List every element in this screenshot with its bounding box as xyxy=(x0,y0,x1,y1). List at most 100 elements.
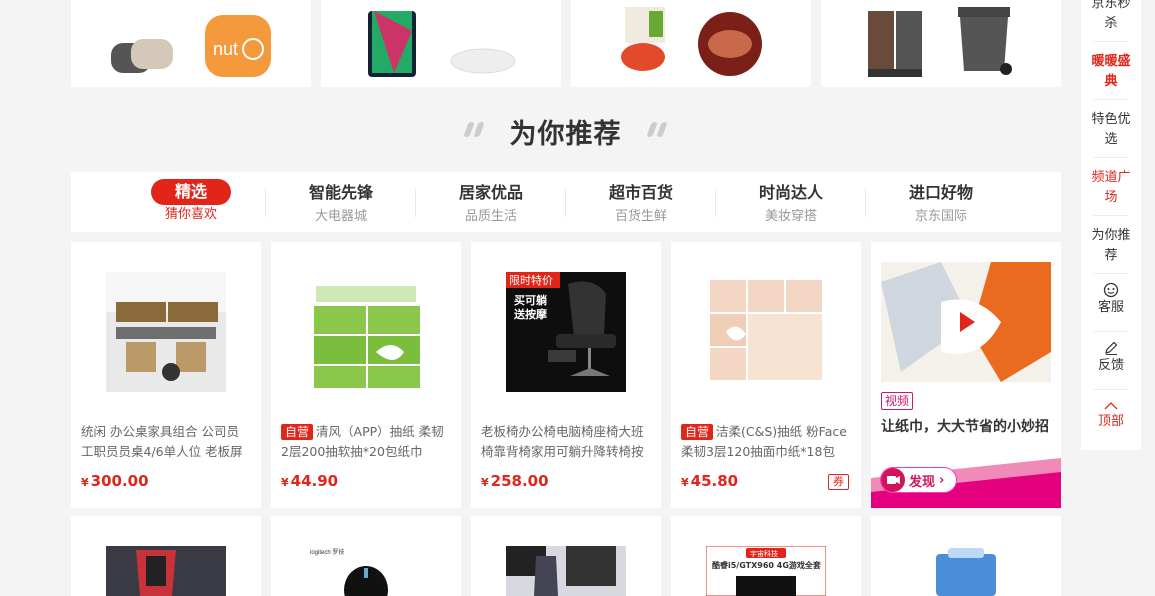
discover-button[interactable]: 发现 › xyxy=(881,468,957,492)
tab-supermarket[interactable]: 超市百货 百货生鲜 xyxy=(566,172,716,232)
sidebar-item-recommend[interactable]: 为你推荐 xyxy=(1089,226,1133,266)
chat-icon xyxy=(1103,282,1119,298)
sidebar-item-back-to-top[interactable]: 顶部 xyxy=(1089,400,1133,432)
coupon-badge[interactable]: 券 xyxy=(828,474,849,490)
pc-spec-label: 酷睿i5/GTX960 4G游戏全套 xyxy=(712,560,822,570)
price-value: 300.00 xyxy=(90,472,149,490)
product-name[interactable]: 统闲 办公桌家具组合 公司员工职员员桌4/6单人位 老板屏风工... xyxy=(81,422,251,462)
nut-tracker-image: nut xyxy=(205,15,271,77)
tissue-pack-image xyxy=(306,272,426,392)
tab-subtitle: 京东国际 xyxy=(914,209,967,224)
promo-line: 买可躺 xyxy=(514,293,547,307)
tab-smart[interactable]: 智能先锋 大电器城 xyxy=(266,172,416,232)
top-card-gadgets[interactable]: nut xyxy=(71,0,311,87)
tab-title: 精选 xyxy=(151,179,231,205)
video-thumbnail xyxy=(881,262,1051,382)
product-card-gaming-pc[interactable]: 宇宙科技 酷睿i5/GTX960 4G游戏全套 xyxy=(671,516,861,596)
sidebar-label: 顶部 xyxy=(1097,414,1124,429)
product-card-wipes[interactable] xyxy=(871,516,1061,596)
gaming-chair-image xyxy=(106,546,226,596)
video-card[interactable]: 视频 让纸巾，大大节省的小妙招 发现 › xyxy=(871,242,1061,508)
self-operated-badge: 自营 xyxy=(281,424,314,440)
promo-label: 限时特价 xyxy=(509,273,553,287)
mouse-image: logitech 罗技 xyxy=(306,546,426,596)
product-card-mouse[interactable]: logitech 罗技 xyxy=(271,516,461,596)
self-operated-badge: 自营 xyxy=(681,424,714,440)
sidebar-item-channel-square[interactable]: 频道广场 xyxy=(1089,168,1133,208)
title-decoration-right xyxy=(646,122,668,137)
pencil-icon xyxy=(1105,341,1118,355)
tab-title: 智能先锋 xyxy=(308,183,373,202)
right-sidebar: 京东秒杀 暖暖盛典 特色优选 频道广场 为你推荐 客服 反馈 顶部 xyxy=(1081,0,1141,450)
tab-subtitle: 大电器城 xyxy=(314,209,367,224)
snack-image xyxy=(621,7,665,71)
product-card[interactable]: 统闲 办公桌家具组合 公司员工职员员桌4/6单人位 老板屏风工... ¥300.… xyxy=(71,242,261,508)
product-card-gaming-chair[interactable] xyxy=(71,516,261,596)
sidebar-item-feedback[interactable]: 反馈 xyxy=(1089,340,1133,376)
top-card-phones[interactable] xyxy=(321,0,561,87)
chevron-up-icon xyxy=(1104,402,1118,410)
wipes-image xyxy=(906,546,1026,596)
tab-title: 时尚达人 xyxy=(758,183,823,202)
discover-label: 发现 xyxy=(909,474,936,490)
tab-subtitle: 品质生活 xyxy=(464,209,517,224)
product-card[interactable]: 自营清风（APP）抽纸 柔韧2层200抽软抽*20包纸巾（新... ¥44.90 xyxy=(271,242,461,508)
price-value: 45.80 xyxy=(690,472,739,490)
sidebar-divider xyxy=(1093,215,1129,216)
sidebar-label: 反馈 xyxy=(1097,358,1124,373)
currency-symbol: ¥ xyxy=(681,476,689,489)
tab-title: 进口好物 xyxy=(908,183,973,202)
recommend-tabs: 精选 猜你喜欢 智能先锋 大电器城 居家优品 品质生活 超市百货 百货生鲜 时尚… xyxy=(71,172,1061,232)
product-price: ¥45.80 xyxy=(681,472,738,490)
sidebar-item-warm-festival[interactable]: 暖暖盛典 xyxy=(1089,52,1133,92)
sidebar-divider xyxy=(1093,273,1129,274)
sidebar-item-featured[interactable]: 特色优选 xyxy=(1089,110,1133,150)
product-name[interactable]: 自营清风（APP）抽纸 柔韧2层200抽软抽*20包纸巾（新... xyxy=(281,422,451,462)
top-product-strip: nut xyxy=(71,0,1061,87)
tab-featured[interactable]: 精选 猜你喜欢 xyxy=(116,172,266,232)
sidebar-divider xyxy=(1093,157,1129,158)
video-title[interactable]: 让纸巾，大大节省的小妙招 xyxy=(881,416,1049,436)
sidebar-divider xyxy=(1093,331,1129,332)
tab-home[interactable]: 居家优品 品质生活 xyxy=(416,172,566,232)
product-name[interactable]: 老板椅办公椅电脑椅座椅大班椅靠背椅家用可躺升降转椅按摩... xyxy=(481,422,651,462)
currency-symbol: ¥ xyxy=(481,476,489,489)
gaming-room-image xyxy=(506,546,626,596)
sorting-bin-image xyxy=(868,11,922,77)
tracker-image xyxy=(111,39,173,73)
phone-image xyxy=(368,11,416,77)
top-card-bins[interactable] xyxy=(821,0,1061,87)
product-name[interactable]: 自营洁柔(C&S)抽纸 粉Face 柔韧3层120抽面巾纸*18包(M... xyxy=(681,422,851,462)
sidebar-item-service[interactable]: 客服 xyxy=(1089,282,1133,318)
wheelie-bin-image xyxy=(958,7,1012,75)
shrimp-image xyxy=(698,12,762,76)
product-name-text: 统闲 办公桌家具组合 公司员工职员员桌4/6单人位 老板屏风工... xyxy=(81,424,243,459)
sidebar-label: 客服 xyxy=(1097,300,1124,315)
product-card[interactable]: 限时特价 买可躺 送按摩 老板椅办公椅电脑椅座椅大班椅靠背椅家用可躺升降转椅按摩… xyxy=(471,242,661,508)
mouse-brand-label: logitech 罗技 xyxy=(310,548,344,556)
boss-chair-image: 限时特价 买可躺 送按摩 xyxy=(506,272,626,392)
chevron-right-icon: › xyxy=(939,472,945,488)
sidebar-divider xyxy=(1093,99,1129,100)
tab-fashion[interactable]: 时尚达人 美妆穿搭 xyxy=(716,172,866,232)
sidebar-item-seckill[interactable]: 京东秒杀 xyxy=(1089,0,1133,34)
product-card-gaming-room[interactable] xyxy=(471,516,661,596)
section-title: 为你推荐 xyxy=(509,119,622,150)
price-value: 44.90 xyxy=(290,472,339,490)
wireless-charger-image xyxy=(450,48,516,74)
tab-subtitle: 美妆穿搭 xyxy=(764,209,817,224)
tab-title: 超市百货 xyxy=(608,183,673,202)
product-price: ¥258.00 xyxy=(481,472,549,490)
product-price: ¥300.00 xyxy=(81,472,149,490)
office-desk-image xyxy=(106,272,226,392)
gaming-pc-image: 宇宙科技 酷睿i5/GTX960 4G游戏全套 xyxy=(706,546,826,596)
face-tissue-image xyxy=(706,272,826,392)
tab-import[interactable]: 进口好物 京东国际 xyxy=(866,172,1016,232)
price-value: 258.00 xyxy=(490,472,549,490)
brand-tag: 宇宙科技 xyxy=(750,549,778,558)
product-card[interactable]: 自营洁柔(C&S)抽纸 粉Face 柔韧3层120抽面巾纸*18包(M... ¥… xyxy=(671,242,861,508)
tab-title: 居家优品 xyxy=(458,183,523,202)
promo-line: 送按摩 xyxy=(513,307,548,321)
top-card-food[interactable] xyxy=(571,0,811,87)
currency-symbol: ¥ xyxy=(281,476,289,489)
